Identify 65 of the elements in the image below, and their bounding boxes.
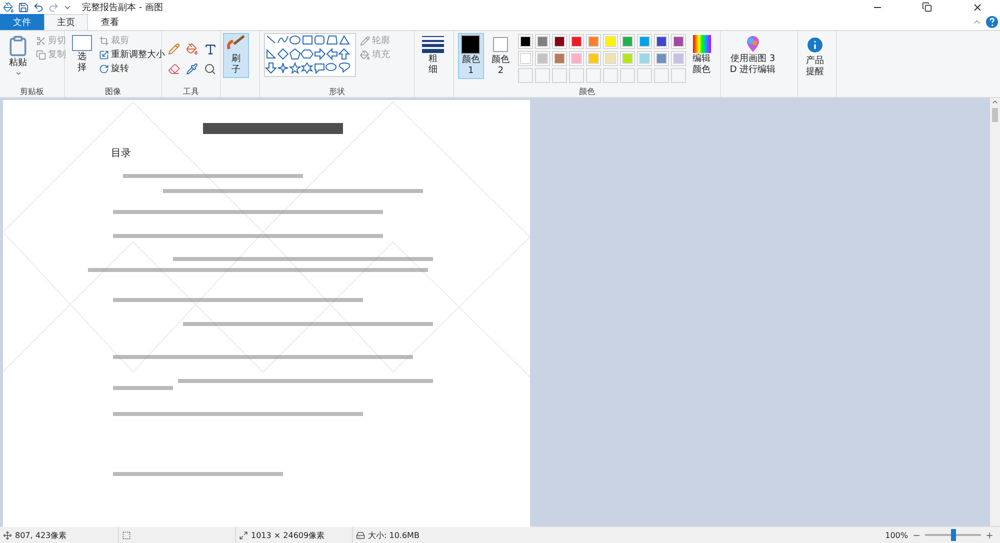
paint-3d-button[interactable]: 使用画图 3 D 进行编辑 <box>725 33 780 78</box>
undo-icon[interactable] <box>33 2 44 12</box>
cursor-position: 807, 423像素 <box>15 530 67 540</box>
group-label: 形状 <box>328 86 346 97</box>
color-spectrum-icon <box>692 35 711 53</box>
rotate-icon <box>99 64 109 74</box>
save-icon[interactable] <box>18 2 29 12</box>
group-label: 剪贴板 <box>19 86 45 97</box>
zoom-level: 100% <box>885 530 908 540</box>
redo-icon[interactable] <box>48 2 59 12</box>
resize-icon <box>99 50 109 60</box>
image-size-icon <box>239 530 248 540</box>
resize-button[interactable]: 重新调整大小 <box>99 48 165 61</box>
pencil-icon <box>168 43 180 55</box>
info-icon <box>805 35 825 55</box>
ribbon-tab[interactable]: 文件 <box>0 14 44 30</box>
ribbon-tab[interactable]: 主页 <box>44 14 88 30</box>
color-select-button[interactable]: 颜色 1 <box>458 33 484 79</box>
brushes-button[interactable]: 刷子 <box>223 33 249 78</box>
scissors-icon <box>36 36 46 46</box>
plus-icon <box>985 530 994 540</box>
shapes-gallery-drawing[interactable] <box>264 33 356 77</box>
select-button[interactable]: 选择 <box>69 33 95 76</box>
color-picker-tool[interactable] <box>184 61 200 77</box>
clipboard-icon <box>7 35 29 57</box>
paste-button[interactable]: 粘贴 <box>4 33 32 79</box>
zoom-in-button[interactable] <box>985 530 994 540</box>
eraser-icon <box>168 63 180 75</box>
file-size: 大小: 10.6MB <box>368 530 420 540</box>
slider-thumb[interactable] <box>951 529 956 541</box>
paint-bucket-icon <box>360 50 370 60</box>
product-alert-button[interactable]: 产品提醒 <box>802 33 828 80</box>
paint-bucket-icon <box>186 43 198 55</box>
app-icon <box>3 2 14 12</box>
selection-size-icon <box>122 530 131 540</box>
vertical-scrollbar[interactable] <box>990 98 1000 526</box>
copy-icon <box>36 50 46 60</box>
pipette-icon <box>186 63 198 75</box>
pencil-tool[interactable] <box>166 41 182 57</box>
rotate-button[interactable]: 旋转 <box>99 62 165 75</box>
cursor-position-icon <box>3 530 12 540</box>
color-select-button[interactable]: 颜色 2 <box>488 33 514 79</box>
drawing-canvas[interactable]: 目录 <box>3 100 530 527</box>
close-icon <box>972 2 982 12</box>
image-dimensions: 1013 × 24609像素 <box>251 530 325 540</box>
magnifier-icon <box>204 63 216 75</box>
rectangle-icon <box>72 35 92 51</box>
edit-colors-button[interactable]: 编辑颜色 <box>690 33 714 78</box>
help-icon[interactable] <box>986 16 998 28</box>
text-icon <box>204 42 216 56</box>
line-widths-icon <box>422 35 444 53</box>
magnifier-tool[interactable] <box>202 61 218 77</box>
scroll-thumb[interactable] <box>992 108 998 122</box>
scroll-up-icon <box>991 98 999 106</box>
group-label: 颜色 <box>578 86 596 97</box>
crop-icon <box>99 36 109 46</box>
eraser-tool[interactable] <box>166 61 182 77</box>
group-label: 图像 <box>104 86 122 97</box>
group-label: 工具 <box>182 86 200 97</box>
caret-icon <box>14 70 22 77</box>
window-title: 完整报告副本 - 画图 <box>82 2 163 14</box>
restore-icon <box>922 2 932 12</box>
pencil-icon <box>360 36 370 46</box>
canvas-text: 目录 <box>111 147 131 160</box>
size-button[interactable]: 粗细 <box>419 33 447 78</box>
